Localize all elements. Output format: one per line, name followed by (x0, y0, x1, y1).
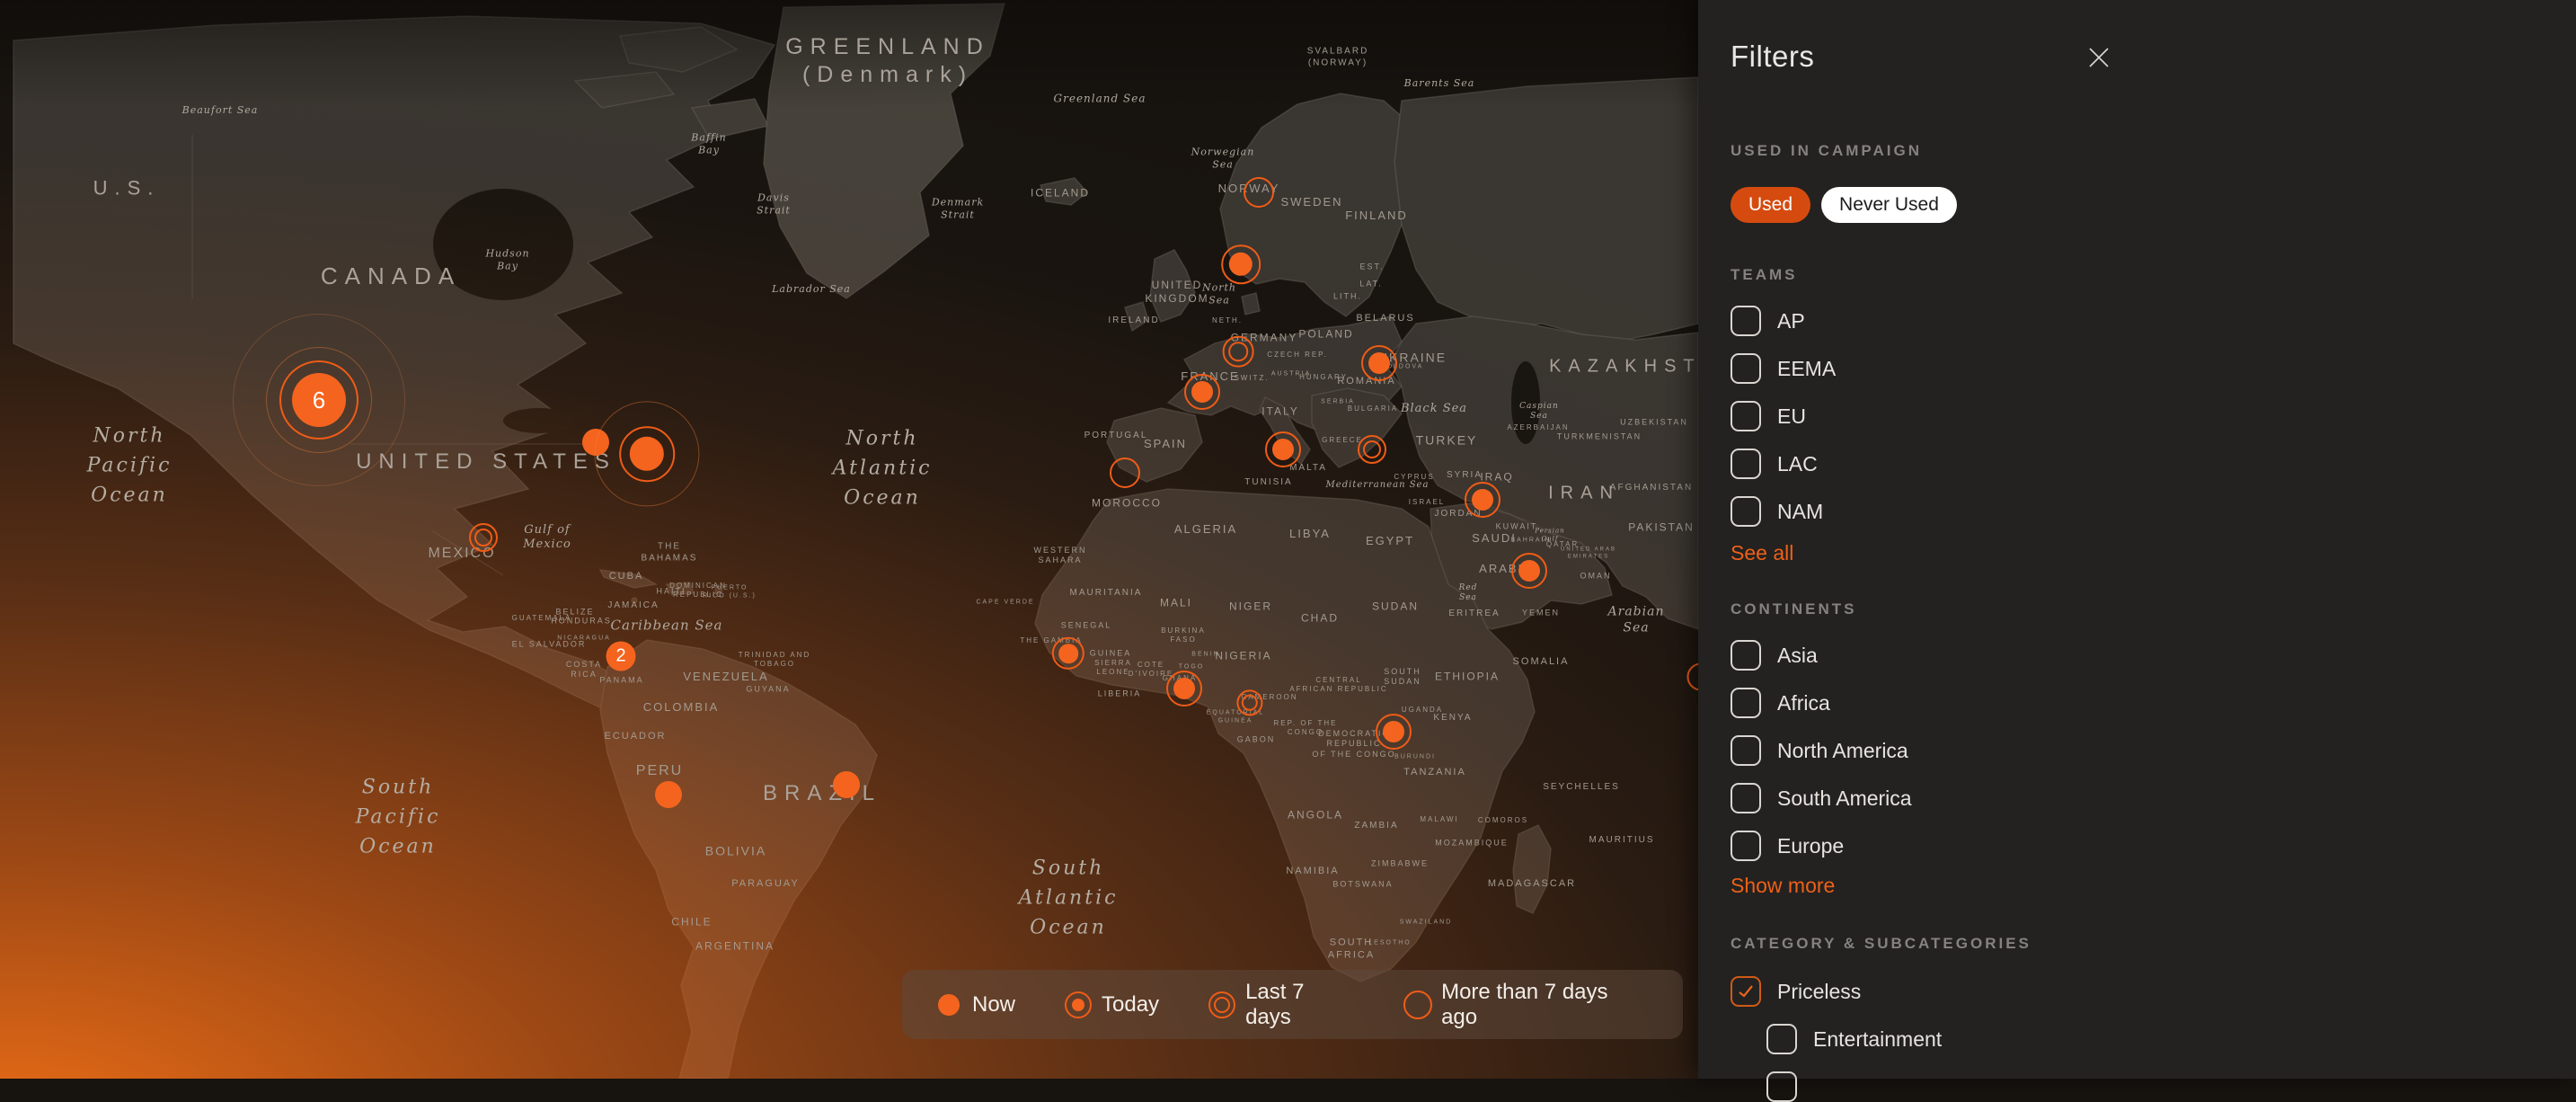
section-header-teams: TEAMS (1731, 266, 1798, 284)
campaign-pill-never-used[interactable]: Never Used (1821, 187, 1957, 223)
checkbox-label: South America (1777, 787, 1912, 811)
legend-now-icon (936, 992, 961, 1018)
checkbox-unchecked[interactable] (1731, 735, 1761, 766)
see-all-link[interactable]: See all (1731, 541, 1793, 565)
landmass-greenland (764, 4, 1005, 298)
checkbox-row-lac[interactable]: LAC (1731, 449, 1818, 479)
checkbox-label: LAC (1777, 452, 1818, 476)
checkbox-row-africa[interactable]: Africa (1731, 688, 1830, 718)
checkbox-label: North America (1777, 739, 1908, 763)
checkbox-unchecked[interactable] (1731, 831, 1761, 861)
section-header-continents: CONTINENTS (1731, 600, 1857, 618)
checkbox-checked[interactable] (1731, 976, 1761, 1007)
checkbox-label: Entertainment (1813, 1027, 1942, 1052)
checkbox-row-south-america[interactable]: South America (1731, 783, 1912, 813)
checkbox-label: EU (1777, 404, 1806, 429)
close-icon[interactable] (2086, 45, 2111, 70)
campaign-pill-group: Used Never Used (1731, 187, 1957, 223)
checkbox-row-entertainment[interactable]: Entertainment (1766, 1024, 1942, 1054)
legend-label: Today (1102, 992, 1159, 1018)
checkbox-row-north-america[interactable]: North America (1731, 735, 1908, 766)
checkbox-label: Europe (1777, 834, 1844, 858)
legend-today-icon (1066, 992, 1091, 1018)
checkbox-row-priceless[interactable]: Priceless (1731, 976, 1861, 1007)
checkbox-unchecked[interactable] (1766, 1071, 1797, 1102)
show-more-link[interactable]: Show more (1731, 874, 1835, 898)
checkbox-row-europe[interactable]: Europe (1731, 831, 1844, 861)
checkbox-label: Asia (1777, 644, 1818, 668)
checkbox-unchecked[interactable] (1731, 306, 1761, 336)
legend-label: Last 7 days (1245, 980, 1355, 1030)
checkbox-unchecked[interactable] (1731, 783, 1761, 813)
panel-title: Filters (1731, 40, 1814, 74)
section-header-categories: CATEGORY & SUBCATEGORIES (1731, 935, 2032, 953)
landmass-south-america (600, 640, 877, 1079)
checkbox-label: EEMA (1777, 357, 1836, 381)
legend-label: More than 7 days ago (1441, 980, 1649, 1030)
checkbox-row-nam[interactable]: NAM (1731, 496, 1823, 527)
legend-label: Now (972, 992, 1015, 1018)
legend-last7-icon (1209, 992, 1235, 1018)
checkbox-unchecked[interactable] (1731, 449, 1761, 479)
legend-older-icon (1405, 992, 1430, 1018)
checkbox-unchecked[interactable] (1731, 640, 1761, 671)
legend-item: Last 7 days (1209, 980, 1355, 1030)
checkbox-unchecked[interactable] (1731, 688, 1761, 718)
legend-item: Today (1066, 992, 1159, 1018)
legend-item: More than 7 days ago (1405, 980, 1649, 1030)
checkbox-unchecked[interactable] (1731, 353, 1761, 384)
checkbox-row-partial[interactable] (1766, 1071, 1797, 1102)
campaign-pill-used[interactable]: Used (1731, 187, 1810, 223)
checkbox-unchecked[interactable] (1731, 401, 1761, 431)
checkbox-row-ap[interactable]: AP (1731, 306, 1805, 336)
legend-item: Now (936, 992, 1015, 1018)
map-legend: Now Today Last 7 days More than 7 days ago (902, 970, 1683, 1039)
section-header-campaign: USED IN CAMPAIGN (1731, 142, 1922, 160)
filters-panel: Filters USED IN CAMPAIGN UsedNever Used … (1698, 0, 2576, 1079)
checkbox-label: NAM (1777, 500, 1823, 524)
checkbox-label: Africa (1777, 691, 1830, 715)
checkbox-label: AP (1777, 309, 1805, 333)
checkbox-unchecked[interactable] (1766, 1024, 1797, 1054)
checkbox-label: Priceless (1777, 980, 1861, 1004)
checkbox-row-eu[interactable]: EU (1731, 401, 1806, 431)
checkbox-row-asia[interactable]: Asia (1731, 640, 1818, 671)
checkbox-row-eema[interactable]: EEMA (1731, 353, 1836, 384)
checkbox-unchecked[interactable] (1731, 496, 1761, 527)
